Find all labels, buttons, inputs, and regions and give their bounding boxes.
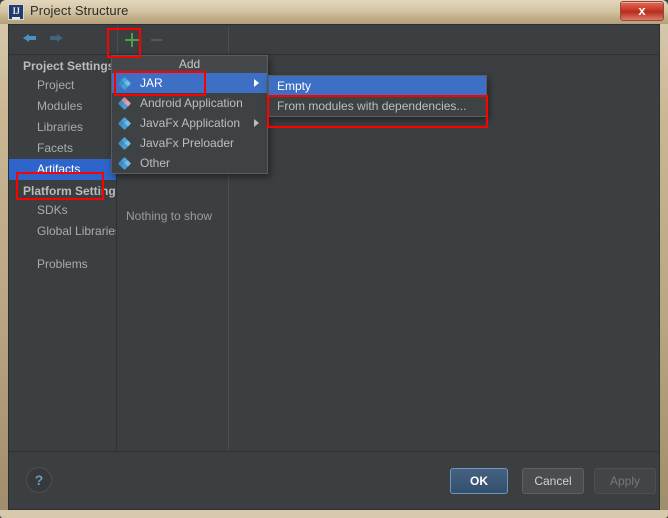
jar-gem-icon (117, 76, 132, 91)
ok-button[interactable]: OK (450, 468, 508, 494)
sidebar-item-modules[interactable]: Modules (9, 96, 116, 117)
apply-button[interactable]: Apply (594, 468, 656, 494)
add-menu-item-jar-label: JAR (140, 76, 163, 90)
add-menu-item-javafx-preloader-label: JavaFx Preloader (140, 136, 235, 150)
sidebar-item-global-libraries[interactable]: Global Libraries (9, 221, 116, 242)
sidebar-item-libraries[interactable]: Libraries (9, 117, 116, 138)
window-title: Project Structure (30, 3, 129, 18)
remove-artifact-button[interactable] (151, 39, 162, 41)
android-application-gem-icon (117, 96, 132, 111)
arrow-forward-icon[interactable] (48, 30, 68, 50)
settings-sidebar: Project Settings Project Modules Librari… (9, 55, 117, 480)
jar-submenu: Empty From modules with dependencies... (268, 75, 487, 117)
sidebar-item-problems[interactable]: Problems (9, 254, 116, 275)
nothing-to-show-label: Nothing to show (126, 209, 213, 223)
close-icon[interactable]: x (620, 1, 664, 21)
jar-submenu-item-from-modules-with-dependencies[interactable]: From modules with dependencies... (269, 96, 486, 116)
add-menu-item-other[interactable]: Other (112, 153, 267, 173)
add-artifact-button[interactable] (121, 29, 143, 51)
window-titlebar[interactable]: IJ Project Structure x (0, 0, 668, 24)
sidebar-item-artifacts[interactable]: Artifacts (9, 159, 116, 180)
arrow-back-icon[interactable] (22, 30, 42, 50)
chevron-right-icon (254, 79, 259, 87)
other-gem-icon (117, 156, 132, 171)
toolbar (9, 25, 659, 55)
add-menu-title: Add (112, 56, 267, 73)
sidebar-group-platform-settings: Platform Settings (23, 184, 117, 198)
toolbar-separator-right (228, 26, 229, 54)
intellij-idea-icon: IJ (8, 4, 24, 20)
add-menu-item-android-application[interactable]: Android Application (112, 93, 267, 113)
add-menu: Add JAR Android Application JavaFx Appli… (111, 55, 268, 174)
javafx-preloader-gem-icon (117, 136, 132, 151)
javafx-application-gem-icon (117, 116, 132, 131)
jar-submenu-item-empty[interactable]: Empty (269, 76, 486, 96)
add-menu-item-other-label: Other (140, 156, 171, 170)
help-icon[interactable]: ? (26, 467, 52, 493)
project-structure-window: IJ Project Structure x Project Settings … (0, 0, 668, 518)
sidebar-item-facets[interactable]: Facets (9, 138, 116, 159)
dialog-footer: ? OK Cancel Apply (9, 451, 659, 509)
add-menu-item-javafx-application-label: JavaFx Application (140, 116, 241, 130)
cancel-button[interactable]: Cancel (522, 468, 584, 494)
add-menu-item-jar[interactable]: JAR (112, 73, 267, 93)
sidebar-group-project-settings: Project Settings (23, 59, 115, 73)
add-menu-item-javafx-preloader[interactable]: JavaFx Preloader (112, 133, 267, 153)
sidebar-item-project[interactable]: Project (9, 75, 116, 96)
add-menu-item-javafx-application[interactable]: JavaFx Application (112, 113, 267, 133)
chevron-right-icon-javafx (254, 119, 259, 127)
add-menu-item-android-application-label: Android Application (140, 96, 243, 110)
toolbar-separator-left (117, 26, 118, 54)
sidebar-item-sdks[interactable]: SDKs (9, 200, 116, 221)
